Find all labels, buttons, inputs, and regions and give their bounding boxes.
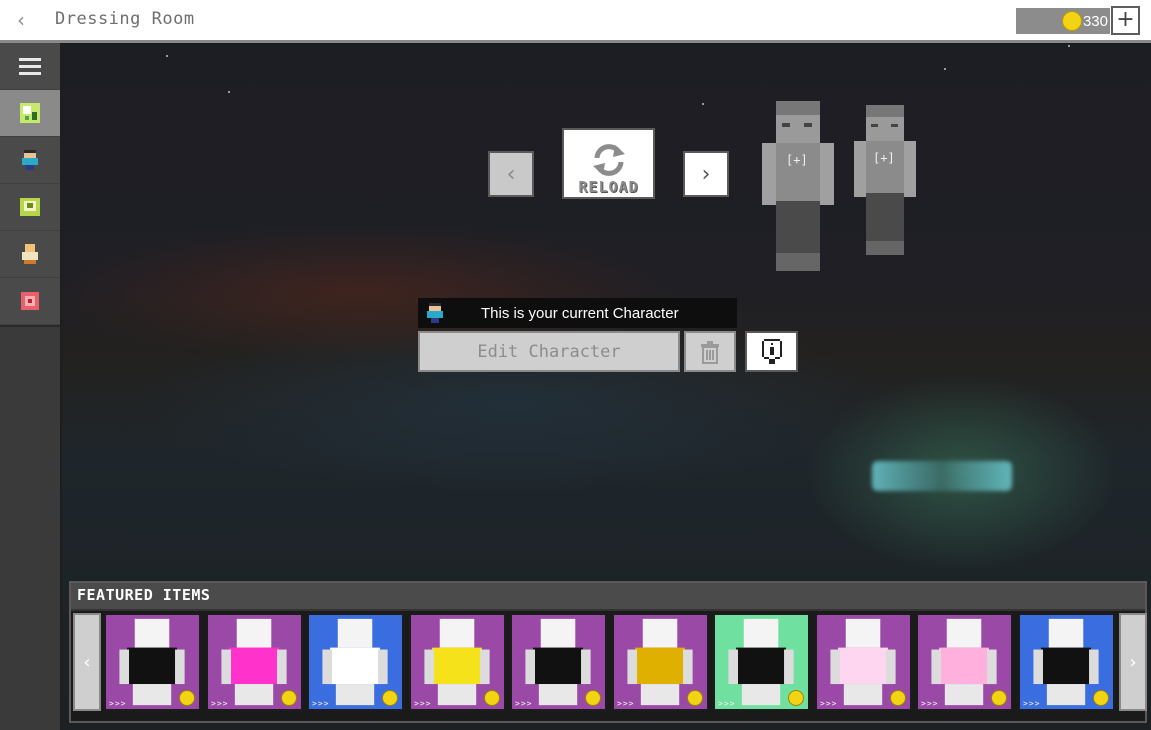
previous-character-button[interactable]: ‹ [488, 151, 534, 197]
character-plus-label: [+] [786, 153, 808, 167]
hamburger-icon [19, 54, 41, 79]
featured-scroll-left-button[interactable]: ‹ [73, 613, 101, 711]
store-icon [21, 292, 39, 310]
item-tag: >>> [1023, 699, 1041, 708]
star-decoration [1068, 45, 1070, 47]
coin-icon [687, 690, 703, 706]
character-icon [22, 150, 38, 170]
item-tag: >>> [921, 699, 939, 708]
reload-icon [592, 144, 625, 176]
character-preview-secondary[interactable]: [+] [854, 105, 916, 255]
item-tag: >>> [820, 699, 838, 708]
next-character-button[interactable]: › [683, 151, 729, 197]
sidebar-item-dressing-room[interactable] [0, 90, 60, 137]
character-preview-main[interactable]: [+] [762, 101, 834, 271]
featured-item-heart-robot-skin[interactable]: >>> [206, 613, 303, 711]
featured-item-gold-armor-skin[interactable]: >>> [409, 613, 506, 711]
featured-item-winged-shadow-skin[interactable]: >>> [612, 613, 709, 711]
featured-item-shadow-creature-skin[interactable]: >>> [510, 613, 607, 711]
coin-icon [585, 690, 601, 706]
star-decoration [702, 103, 704, 105]
coin-icon [890, 690, 906, 706]
sidebar-item-emotes[interactable] [0, 231, 60, 278]
sidebar-item-store[interactable] [0, 278, 60, 325]
character-icon [427, 303, 443, 323]
character-plus-label: [+] [873, 151, 895, 165]
sidebar-item-character[interactable] [0, 137, 60, 184]
current-character-banner: This is your current Character [418, 298, 737, 328]
featured-items-panel: FEATURED ITEMS ‹ >>> >>> >>> >>> >>> >>> >>> >>… [69, 581, 1147, 723]
current-character-text: This is your current Character [481, 304, 679, 322]
coin-icon [1093, 690, 1109, 706]
reload-button[interactable]: RELOAD [562, 128, 655, 199]
featured-item-mask-skin[interactable]: >>> [1018, 613, 1115, 711]
featured-item-pink-heart-skin[interactable]: >>> [916, 613, 1013, 711]
star-decoration [166, 55, 168, 57]
featured-item-suit-skin[interactable]: >>> [713, 613, 810, 711]
featured-header: FEATURED ITEMS [71, 583, 1145, 611]
coin-amount: 330 [1082, 12, 1108, 30]
edit-character-button[interactable]: Edit Character [418, 331, 680, 372]
coin-icon [382, 690, 398, 706]
coin-icon [1061, 11, 1082, 31]
page-title: Dressing Room [55, 9, 195, 29]
item-tag: >>> [414, 699, 432, 708]
coin-balance: 330 [1016, 8, 1110, 34]
reload-label: RELOAD [578, 178, 639, 196]
item-tag: >>> [109, 699, 127, 708]
item-tag: >>> [515, 699, 533, 708]
item-tag: >>> [718, 699, 736, 708]
add-coins-button[interactable]: + [1111, 6, 1140, 35]
skin-pack-icon [20, 198, 40, 216]
top-bar: ‹ Dressing Room 330 + [0, 0, 1151, 43]
sparkle-character-icon [20, 103, 40, 123]
featured-item-pink-dress-skin[interactable]: >>> [815, 613, 912, 711]
coin-icon [179, 690, 195, 706]
featured-item-dark-tentacle-skin[interactable]: >>> [104, 613, 201, 711]
info-icon [761, 338, 782, 364]
star-decoration [944, 68, 946, 70]
coin-icon [484, 690, 500, 706]
emote-icon [22, 244, 38, 264]
background-creature-glow [872, 461, 1012, 491]
coin-icon [281, 690, 297, 706]
delete-button[interactable] [684, 331, 736, 372]
star-decoration [228, 91, 230, 93]
sidebar [0, 43, 62, 730]
item-tag: >>> [617, 699, 635, 708]
trash-icon [701, 340, 719, 364]
featured-item-duck-skin[interactable]: >>> [307, 613, 404, 711]
info-button[interactable] [745, 331, 798, 372]
sidebar-nav [0, 43, 60, 327]
featured-title: FEATURED ITEMS [77, 586, 211, 604]
item-tag: >>> [211, 699, 229, 708]
sidebar-item-skins[interactable] [0, 184, 60, 231]
featured-scroll-right-button[interactable]: › [1119, 613, 1147, 711]
coin-icon [991, 690, 1007, 706]
back-button[interactable]: ‹ [8, 6, 34, 34]
sidebar-item-menu[interactable] [0, 43, 60, 90]
coin-icon [788, 690, 804, 706]
item-tag: >>> [312, 699, 330, 708]
